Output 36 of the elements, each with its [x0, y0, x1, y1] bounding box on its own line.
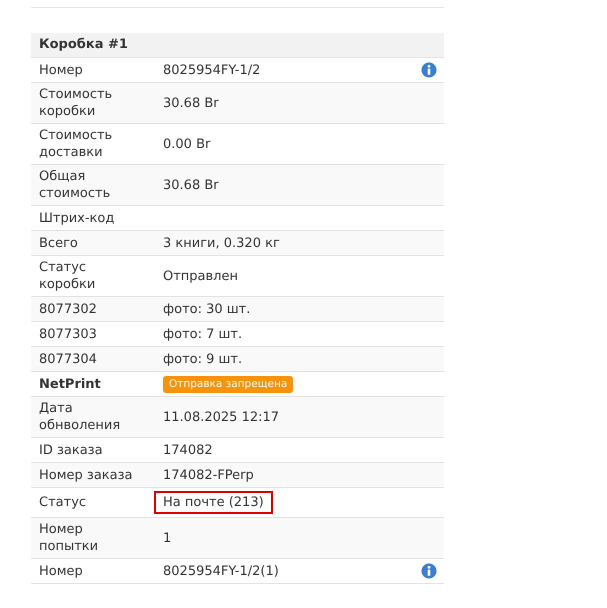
- row-label: Стоимость доставки: [39, 127, 114, 161]
- row-label: Статус: [39, 494, 86, 511]
- row-value: 174082-FPerp: [163, 466, 254, 484]
- row-value: Отправлен: [163, 268, 238, 284]
- row-value: 11.08.2025 12:17: [163, 408, 280, 426]
- row-label: Всего: [39, 234, 78, 252]
- box-title: Коробка #1: [31, 33, 444, 58]
- row-label: NetPrint: [39, 376, 101, 392]
- info-icon[interactable]: [421, 563, 437, 579]
- row-value: 8025954FY-1/2: [163, 62, 260, 78]
- row-label: ID заказа: [39, 442, 103, 458]
- row-label: Штрих-код: [39, 210, 114, 226]
- row-label: 8077302: [39, 300, 97, 318]
- row-label: Общая стоимость: [39, 168, 112, 202]
- row-label: 8077303: [39, 326, 97, 342]
- row-label: 8077304: [39, 350, 97, 368]
- status-badge: Отправка запрещена: [163, 376, 294, 392]
- row-label: Номер заказа: [39, 466, 132, 484]
- row-value: 174082: [163, 442, 213, 458]
- row-value: На почте (213): [154, 491, 273, 514]
- info-icon[interactable]: [421, 62, 437, 78]
- row-label: Статус коробки: [39, 259, 96, 293]
- row-value: 30.68 Br: [163, 94, 219, 112]
- row-value: фото: 30 шт.: [163, 300, 250, 318]
- row-value: фото: 7 шт.: [163, 326, 242, 342]
- row-value: 30.68 Br: [163, 176, 219, 194]
- row-value: 1: [163, 530, 172, 546]
- row-label: Номер: [39, 562, 83, 580]
- row-value: 0.00 Br: [163, 136, 210, 152]
- row-label: Дата обнволения: [39, 400, 122, 434]
- row-label: Номер: [39, 62, 83, 78]
- row-label: Номер попытки: [39, 521, 100, 555]
- row-value: 3 книги, 0.320 кг: [163, 234, 280, 252]
- row-value: фото: 9 шт.: [163, 350, 242, 368]
- row-value: 8025954FY-1/2(1): [163, 562, 279, 580]
- row-label: Стоимость коробки: [39, 86, 114, 120]
